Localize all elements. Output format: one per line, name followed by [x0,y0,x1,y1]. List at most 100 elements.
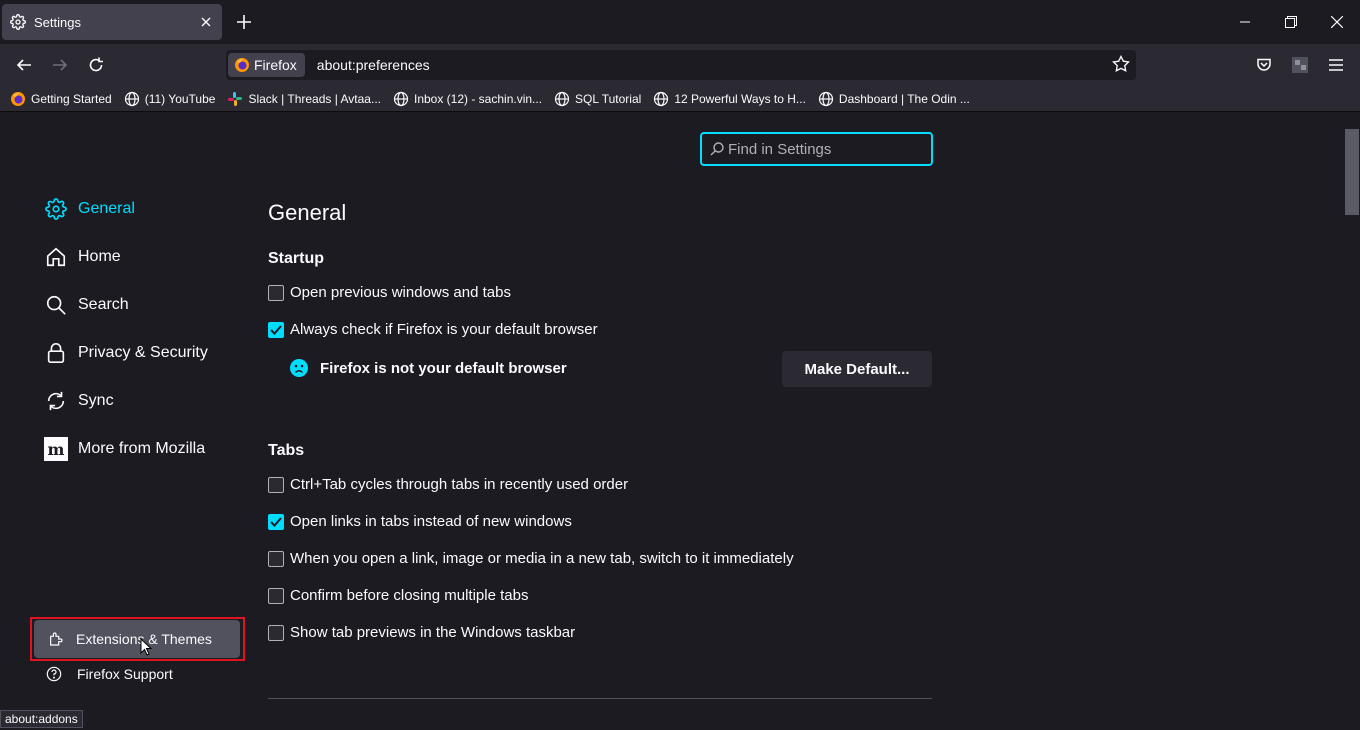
ctrl-tab-checkbox[interactable]: Ctrl+Tab cycles through tabs in recently… [268,476,628,493]
pocket-icon[interactable] [1252,53,1276,77]
url-text[interactable]: about:preferences [317,57,430,73]
mozilla-icon: m [44,437,68,461]
page-title: General [268,200,347,225]
tab-title: Settings [34,14,81,30]
firefox-icon [235,58,249,72]
bookmark-label: 12 Powerful Ways to H... [674,91,806,106]
status-panel: about:addons [0,710,83,728]
highlight-box [30,617,245,661]
bookmark-item[interactable]: SQL Tutorial [554,91,641,107]
category-label: General [78,200,135,217]
bookmark-label: Inbox (12) - sachin.vin... [413,91,543,106]
reload-icon[interactable] [84,53,108,77]
address-bar[interactable]: Firefox about:preferences [226,50,1136,80]
preferences-content: Find in Settings General Home Search Pri… [0,113,1344,730]
category-search[interactable]: Search [44,290,129,320]
bookmark-item[interactable]: 12 Powerful Ways to H... [653,91,806,107]
globe-icon [653,91,669,107]
checkbox[interactable] [268,587,284,604]
checkbox-label: Ctrl+Tab cycles through tabs in recently… [290,476,629,493]
checkbox[interactable] [268,624,284,641]
bookmark-label: Getting Started [31,91,112,106]
new-tab-icon[interactable] [234,12,254,32]
category-label: Search [78,296,129,313]
category-label: Home [78,248,121,265]
category-label: More from Mozilla [78,440,206,457]
identity-box[interactable]: Firefox [228,53,305,77]
firefox-icon [10,91,26,107]
tab-settings[interactable]: Settings [2,4,222,40]
support-label: Firefox Support [77,666,173,682]
find-in-settings-input[interactable]: Find in Settings [700,132,933,166]
make-default-button[interactable]: Make Default... [782,351,932,387]
not-default-text: Firefox is not your default browser [320,359,567,377]
checkbox-label: Open links in tabs instead of new window… [290,513,572,530]
bookmark-item[interactable]: Inbox (12) - sachin.vin... [393,91,542,107]
extension-icon[interactable] [1288,53,1312,77]
checkbox-label: When you open a link, image or media in … [290,550,794,567]
checkbox[interactable] [268,550,284,567]
checkbox-label: Open previous windows and tabs [290,284,511,301]
open-links-tabs-checkbox[interactable]: Open links in tabs instead of new window… [268,513,572,530]
restore-icon[interactable] [1268,0,1314,44]
svg-text:m: m [48,440,65,459]
sad-face-icon [290,359,308,377]
switch-to-new-tab-checkbox[interactable]: When you open a link, image or media in … [268,550,794,567]
gear-icon [10,14,26,30]
sync-icon [44,389,68,413]
menu-icon[interactable] [1324,53,1348,77]
bookmark-item[interactable]: Slack | Threads | Avtaa... [227,91,381,107]
checkbox[interactable] [268,476,284,493]
confirm-close-checkbox[interactable]: Confirm before closing multiple tabs [268,587,528,604]
lock-icon [44,341,68,365]
bookmark-item[interactable]: (11) YouTube [124,91,216,107]
tab-previews-checkbox[interactable]: Show tab previews in the Windows taskbar [268,624,575,641]
checkbox-label: Show tab previews in the Windows taskbar [290,624,576,641]
minimize-icon[interactable] [1222,0,1268,44]
category-more-from-mozilla[interactable]: m More from Mozilla [44,434,205,464]
firefox-support-link[interactable]: Firefox Support [46,666,173,682]
identity-label: Firefox [254,57,297,73]
not-default-notice: Firefox is not your default browser [290,359,567,377]
checkbox[interactable] [268,284,284,301]
scrollbar[interactable] [1344,113,1360,730]
checkbox-checked[interactable] [268,513,284,530]
bookmark-star-icon[interactable] [1112,54,1130,76]
bookmark-item[interactable]: Getting Started [10,91,112,107]
bookmarks-toolbar: Getting Started (11) YouTube Slack | Threa… [0,86,1360,112]
always-check-default-checkbox[interactable]: Always check if Firefox is your default … [268,321,598,338]
mouse-cursor-icon [140,637,153,661]
globe-icon [554,91,570,107]
category-label: Privacy & Security [78,344,208,361]
category-home[interactable]: Home [44,242,121,272]
search-icon [44,293,68,317]
back-arrow-icon[interactable] [12,53,36,77]
search-placeholder: Find in Settings [728,140,832,158]
startup-heading: Startup [268,250,324,267]
close-window-icon[interactable] [1314,0,1360,44]
category-label: Sync [78,392,114,409]
forward-arrow-icon[interactable] [48,53,72,77]
checkbox-checked[interactable] [268,321,284,338]
help-icon [46,666,62,682]
globe-icon [393,91,409,107]
open-previous-checkbox[interactable]: Open previous windows and tabs [268,284,511,301]
checkbox-label: Always check if Firefox is your default … [290,321,598,338]
bookmark-item[interactable]: Dashboard | The Odin ... [818,91,970,107]
close-tab-icon[interactable] [198,14,214,30]
category-privacy-security[interactable]: Privacy & Security [44,338,208,368]
category-general[interactable]: General [44,194,135,224]
category-sync[interactable]: Sync [44,386,114,416]
title-bar: Settings [0,0,1360,44]
gear-icon [44,197,68,221]
tabs-heading: Tabs [268,442,305,459]
bookmark-label: Slack | Threads | Avtaa... [248,91,381,106]
search-icon [710,142,724,156]
globe-icon [124,91,140,107]
bookmark-label: (11) YouTube [144,91,216,106]
bookmark-label: SQL Tutorial [575,91,642,106]
slack-icon [227,91,243,107]
checkbox-label: Confirm before closing multiple tabs [290,587,529,604]
section-divider [268,698,932,699]
scrollbar-thumb[interactable] [1345,129,1359,215]
